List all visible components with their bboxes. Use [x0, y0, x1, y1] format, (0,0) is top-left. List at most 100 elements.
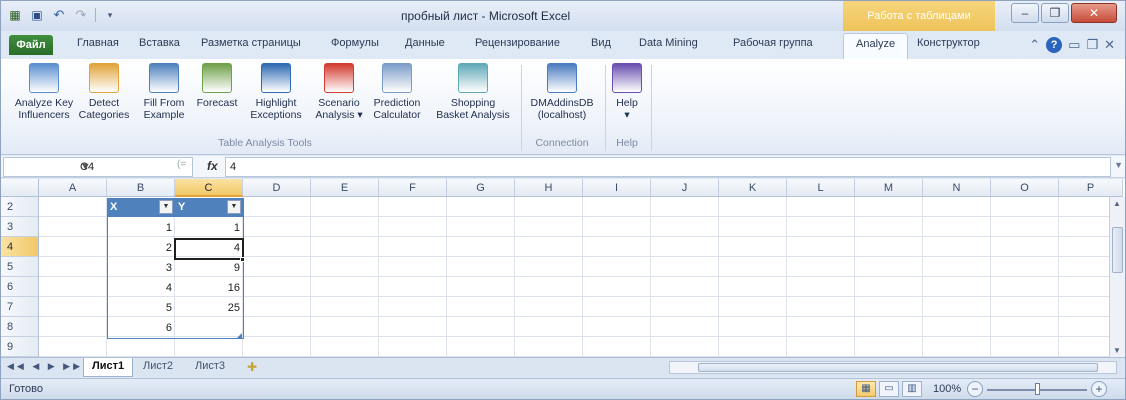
sheet-tab-1[interactable]: Лист1: [83, 358, 134, 377]
tab-workgroup[interactable]: Рабочая группа: [733, 37, 813, 49]
detect-categories-button[interactable]: Detect Categories: [75, 63, 133, 121]
sheet-tab-2[interactable]: Лист2: [135, 358, 181, 377]
highlight-exceptions-button[interactable]: Highlight Exceptions: [243, 63, 309, 121]
sheet-nav-arrows-icon[interactable]: ◀◀ ◀ ▶ ▶▶: [7, 361, 83, 372]
row-header-8[interactable]: 8: [1, 317, 39, 337]
dmaddinsdb-connection-button[interactable]: DMAddinsDB (localhost): [523, 63, 601, 121]
vertical-scrollbar[interactable]: ▲ ▼: [1109, 197, 1125, 357]
help-ribbon-button[interactable]: Help ▾: [607, 63, 647, 121]
collapse-ribbon-icon[interactable]: ⌃: [1029, 37, 1040, 53]
row-header-9[interactable]: 9: [1, 337, 39, 357]
table-cell-y[interactable]: 9: [175, 258, 243, 278]
select-all-corner[interactable]: [1, 179, 39, 197]
worksheet-grid[interactable]: ABCDEFGHIJKLMNOP 23456789 X ▼ Y ▼ 112439…: [1, 179, 1125, 357]
tab-data-mining[interactable]: Data Mining: [639, 37, 698, 49]
vertical-scroll-thumb[interactable]: [1112, 227, 1123, 273]
zoom-in-icon[interactable]: +: [1091, 381, 1107, 397]
row-header-2[interactable]: 2: [1, 197, 39, 217]
help-icon[interactable]: ?: [1046, 37, 1063, 53]
fill-from-example-button[interactable]: Fill From Example: [135, 63, 193, 121]
table-resize-handle[interactable]: [237, 333, 242, 338]
insert-sheet-icon[interactable]: ✚: [247, 360, 257, 374]
chevron-down-icon[interactable]: ▼: [80, 161, 91, 173]
table-cell-x[interactable]: 5: [107, 298, 175, 318]
analyze-key-influencers-button[interactable]: Analyze Key Influencers: [13, 63, 75, 121]
tab-formulas[interactable]: Формулы: [331, 37, 379, 49]
column-header-j[interactable]: J: [651, 179, 719, 197]
tab-analyze[interactable]: Analyze: [843, 33, 909, 59]
zoom-level[interactable]: 100%: [933, 383, 961, 395]
maximize-button[interactable]: ❐: [1041, 3, 1069, 23]
cancel-entry-icon[interactable]: (=: [177, 159, 186, 170]
table-cell-y[interactable]: 16: [175, 278, 243, 298]
prediction-calculator-button[interactable]: Prediction Calculator: [367, 63, 427, 121]
close-button[interactable]: ✕: [1071, 3, 1117, 23]
formula-input[interactable]: 4: [225, 157, 1111, 177]
row-header-3[interactable]: 3: [1, 217, 39, 237]
table-cell-y[interactable]: 25: [175, 298, 243, 318]
column-header-l[interactable]: L: [787, 179, 855, 197]
row-header-6[interactable]: 6: [1, 277, 39, 297]
scenario-analysis-button[interactable]: Scenario Analysis ▾: [311, 63, 367, 121]
ribbon-right-icons: ⌃ ? ▭ ❐ ✕: [1029, 37, 1115, 53]
column-header-d[interactable]: D: [243, 179, 311, 197]
tab-page-layout[interactable]: Разметка страницы: [201, 37, 301, 49]
zoom-out-icon[interactable]: −: [967, 381, 983, 397]
tab-view[interactable]: Вид: [591, 37, 611, 49]
expand-formula-bar-icon[interactable]: ▼: [1114, 160, 1123, 170]
row-header-7[interactable]: 7: [1, 297, 39, 317]
table-cell-x[interactable]: 4: [107, 278, 175, 298]
horizontal-scrollbar[interactable]: [669, 361, 1117, 374]
zoom-slider-thumb[interactable]: [1035, 383, 1040, 395]
page-layout-view-icon[interactable]: ▭: [879, 381, 899, 397]
undo-icon[interactable]: ↶: [51, 7, 67, 23]
tab-review[interactable]: Рецензирование: [475, 37, 560, 49]
column-header-b[interactable]: B: [107, 179, 175, 197]
column-header-m[interactable]: M: [855, 179, 923, 197]
minimize-workbook-icon[interactable]: ▭: [1068, 37, 1080, 53]
column-header-g[interactable]: G: [447, 179, 515, 197]
excel-logo-icon[interactable]: ▦: [7, 7, 23, 23]
fill-handle[interactable]: [240, 257, 245, 262]
column-header-p[interactable]: P: [1059, 179, 1123, 197]
column-header-n[interactable]: N: [923, 179, 991, 197]
name-box[interactable]: C4 ▼: [3, 157, 193, 177]
insert-function-icon[interactable]: fx: [207, 159, 218, 173]
column-header-f[interactable]: F: [379, 179, 447, 197]
column-header-c[interactable]: C: [175, 179, 243, 197]
column-header-i[interactable]: I: [583, 179, 651, 197]
tab-file[interactable]: Файл: [9, 35, 53, 55]
column-header-a[interactable]: A: [39, 179, 107, 197]
column-header-o[interactable]: O: [991, 179, 1059, 197]
tab-insert[interactable]: Вставка: [139, 37, 180, 49]
customize-qat-icon[interactable]: ▾: [102, 7, 118, 23]
forecast-button[interactable]: Forecast: [191, 63, 243, 109]
page-break-view-icon[interactable]: ▥: [902, 381, 922, 397]
row-header-5[interactable]: 5: [1, 257, 39, 277]
table-cell-y[interactable]: [175, 318, 243, 338]
minimize-button[interactable]: ‒: [1011, 3, 1039, 23]
scroll-down-icon[interactable]: ▼: [1113, 346, 1121, 355]
scroll-up-icon[interactable]: ▲: [1113, 199, 1121, 208]
shopping-basket-analysis-button[interactable]: Shopping Basket Analysis: [429, 63, 517, 121]
redo-icon[interactable]: ↷: [73, 7, 89, 23]
close-workbook-icon[interactable]: ✕: [1104, 37, 1115, 53]
column-header-k[interactable]: K: [719, 179, 787, 197]
table-cell-x[interactable]: 6: [107, 318, 175, 338]
column-header-e[interactable]: E: [311, 179, 379, 197]
horizontal-scroll-thumb[interactable]: [698, 363, 1098, 372]
column-header-h[interactable]: H: [515, 179, 583, 197]
tab-design[interactable]: Конструктор: [917, 37, 980, 49]
table-cell-x[interactable]: 1: [107, 218, 175, 238]
active-cell-c4[interactable]: [174, 238, 244, 260]
tab-data[interactable]: Данные: [405, 37, 445, 49]
save-icon[interactable]: ▣: [29, 7, 45, 23]
row-header-4[interactable]: 4: [1, 237, 39, 257]
restore-workbook-icon[interactable]: ❐: [1086, 37, 1098, 53]
table-cell-y[interactable]: 1: [175, 218, 243, 238]
sheet-tab-3[interactable]: Лист3: [187, 358, 233, 377]
table-cell-x[interactable]: 3: [107, 258, 175, 278]
table-cell-x[interactable]: 2: [107, 238, 175, 258]
normal-view-icon[interactable]: ▦: [856, 381, 876, 397]
tab-home[interactable]: Главная: [77, 37, 119, 49]
